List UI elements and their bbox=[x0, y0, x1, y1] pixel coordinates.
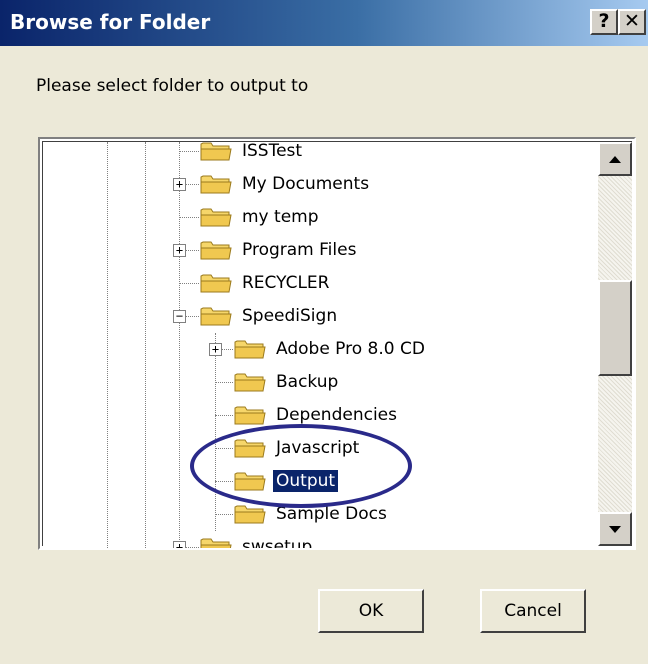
tree-connector-line bbox=[215, 415, 233, 416]
tree-item-label: Adobe Pro 8.0 CD bbox=[276, 339, 425, 359]
tree-connector-line bbox=[215, 481, 233, 482]
folder-icon bbox=[200, 175, 232, 194]
scroll-up-button[interactable] bbox=[598, 142, 632, 176]
folder-icon bbox=[234, 472, 266, 491]
scroll-thumb[interactable] bbox=[598, 280, 632, 376]
browse-for-folder-dialog: Browse for Folder ? ✕ Please select fold… bbox=[0, 0, 648, 664]
folder-icon bbox=[200, 307, 232, 326]
tree-guide-line bbox=[215, 333, 216, 531]
tree-item[interactable]: My Documents bbox=[199, 169, 372, 199]
tree-item[interactable]: Sample Docs bbox=[233, 499, 390, 529]
folder-icon bbox=[234, 340, 266, 359]
folder-tree[interactable]: ISSTest + My Documents my temp + Program File… bbox=[38, 137, 636, 550]
tree-item-label: Dependencies bbox=[276, 405, 397, 425]
tree-item-label: ISSTest bbox=[242, 141, 303, 161]
tree-guide-line bbox=[145, 142, 146, 548]
folder-icon bbox=[200, 142, 232, 161]
tree-item-label: SpeediSign bbox=[242, 306, 338, 326]
tree-connector-line bbox=[215, 448, 233, 449]
vertical-scrollbar[interactable] bbox=[598, 142, 632, 546]
window-title: Browse for Folder bbox=[10, 10, 211, 34]
folder-icon bbox=[234, 373, 266, 392]
tree-item[interactable]: Program Files bbox=[199, 235, 359, 265]
tree-expander-plus-icon[interactable]: + bbox=[173, 178, 186, 191]
folder-icon bbox=[234, 505, 266, 524]
folder-icon bbox=[200, 274, 232, 293]
tree-item[interactable]: Backup bbox=[233, 367, 341, 397]
tree-expander-plus-icon[interactable]: + bbox=[173, 244, 186, 257]
folder-icon bbox=[200, 538, 232, 548]
tree-item-label: Program Files bbox=[242, 240, 357, 260]
tree-item[interactable]: Dependencies bbox=[233, 400, 400, 430]
tree-item[interactable]: RECYCLER bbox=[199, 268, 332, 298]
tree-connector-line bbox=[215, 514, 233, 515]
tree-item[interactable]: SpeediSign bbox=[199, 301, 340, 331]
tree-item-label: Backup bbox=[276, 372, 339, 392]
tree-item-label: Output bbox=[273, 470, 339, 492]
prompt-text: Please select folder to output to bbox=[36, 76, 309, 96]
folder-icon bbox=[234, 406, 266, 425]
tree-item-label: Sample Docs bbox=[276, 504, 387, 524]
tree-item-label: Javascript bbox=[276, 438, 360, 458]
tree-item[interactable]: swsetup bbox=[199, 532, 315, 550]
tree-item[interactable]: Adobe Pro 8.0 CD bbox=[233, 334, 428, 364]
tree-expander-plus-icon[interactable]: + bbox=[209, 343, 222, 356]
tree-item[interactable]: ISSTest bbox=[199, 139, 305, 166]
tree-item-label: My Documents bbox=[242, 174, 370, 194]
tree-item[interactable]: my temp bbox=[199, 202, 322, 232]
close-button[interactable]: ✕ bbox=[618, 9, 646, 35]
tree-expander-plus-icon[interactable]: + bbox=[173, 541, 186, 548]
scroll-down-button[interactable] bbox=[598, 512, 632, 546]
folder-icon bbox=[200, 241, 232, 260]
cancel-button[interactable]: Cancel bbox=[480, 589, 586, 633]
tree-expander-minus-icon[interactable]: − bbox=[173, 310, 186, 323]
tree-item[interactable]: Output bbox=[233, 466, 339, 496]
title-bar[interactable]: Browse for Folder ? ✕ bbox=[0, 0, 648, 46]
folder-icon bbox=[234, 439, 266, 458]
tree-connector-line bbox=[215, 382, 233, 383]
folder-icon bbox=[200, 208, 232, 227]
tree-guide-line bbox=[107, 142, 108, 548]
tree-item-label: swsetup bbox=[242, 537, 313, 550]
tree-connector-line bbox=[179, 283, 199, 284]
tree-connector-line bbox=[179, 217, 199, 218]
tree-item-label: my temp bbox=[242, 207, 319, 227]
arrow-up-icon bbox=[609, 156, 621, 163]
tree-connector-line bbox=[179, 151, 199, 152]
arrow-down-icon bbox=[609, 526, 621, 533]
tree-item-label: RECYCLER bbox=[242, 273, 330, 293]
ok-button[interactable]: OK bbox=[318, 589, 424, 633]
tree-guide-line bbox=[179, 142, 180, 548]
tree-item[interactable]: Javascript bbox=[233, 433, 362, 463]
help-button[interactable]: ? bbox=[590, 9, 618, 35]
folder-tree-viewport: ISSTest + My Documents my temp + Program File… bbox=[42, 141, 632, 548]
